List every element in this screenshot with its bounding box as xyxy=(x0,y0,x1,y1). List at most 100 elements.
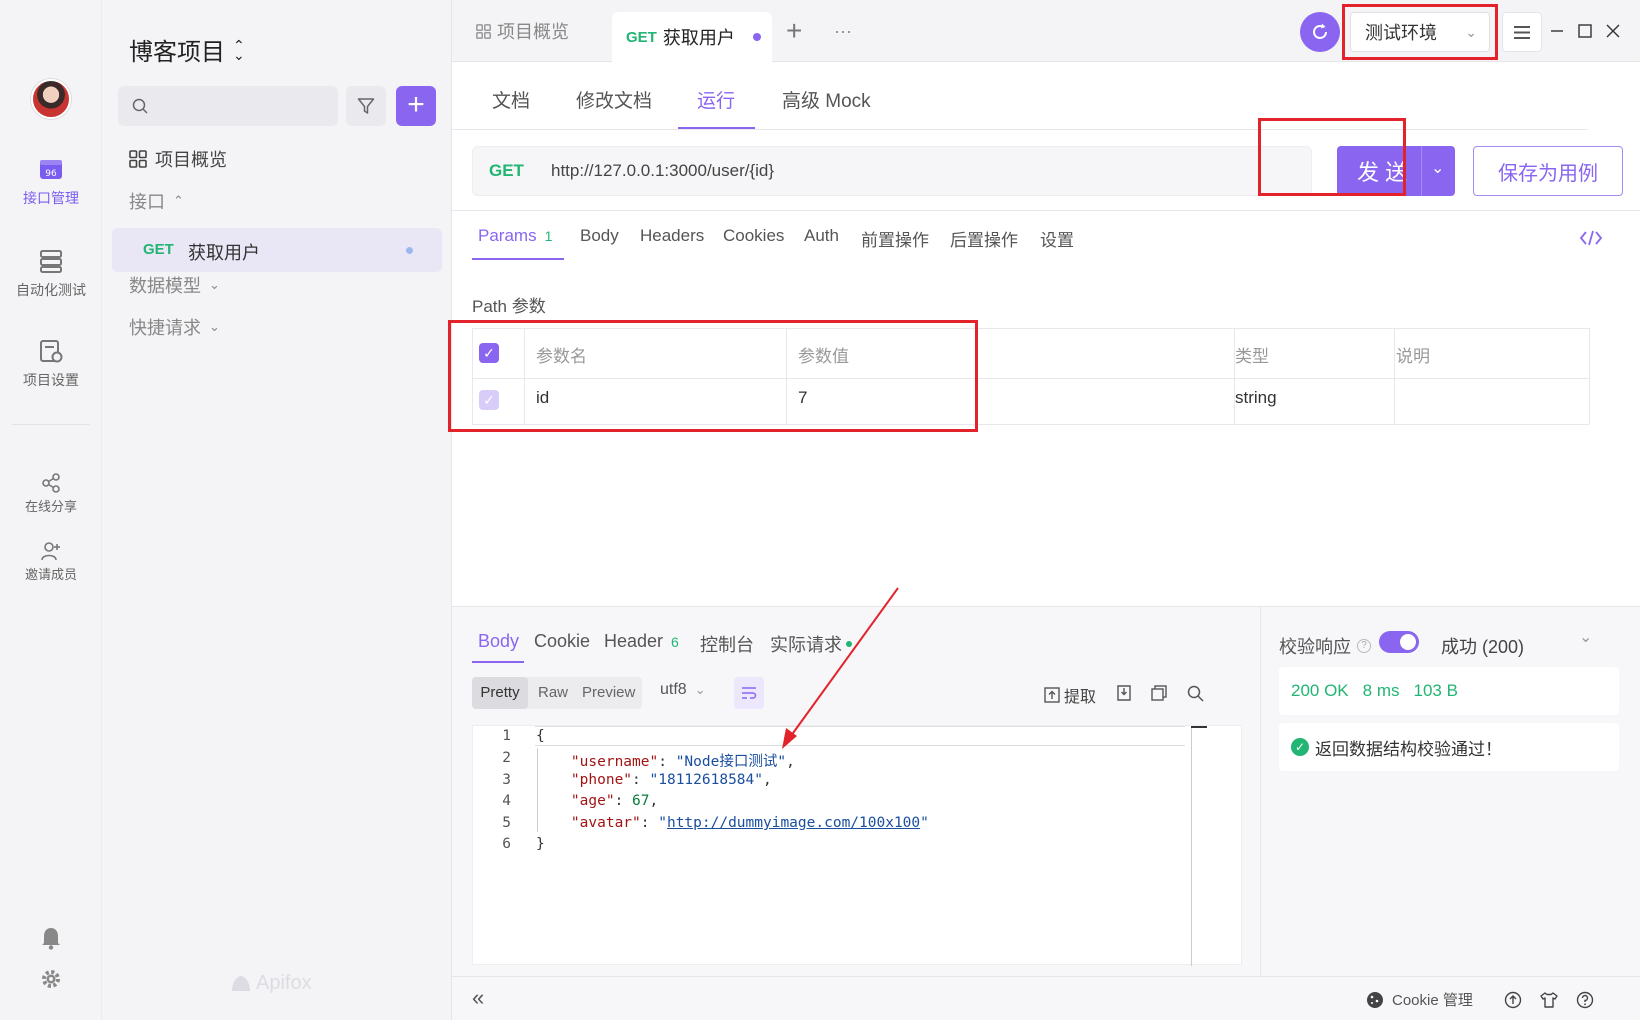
avatar-url-link[interactable]: http://dummyimage.com/100x100 xyxy=(667,815,920,831)
search-icon[interactable] xyxy=(1187,685,1204,702)
sidebar-group-data-model[interactable]: 数据模型 ⌄ xyxy=(129,272,220,298)
tab-body[interactable]: Body xyxy=(580,226,619,246)
user-avatar[interactable] xyxy=(31,79,71,119)
param-type-cell[interactable]: string xyxy=(1235,388,1277,408)
line-number: 2 xyxy=(502,750,511,766)
shirt-icon[interactable] xyxy=(1540,991,1558,1009)
chevron-down-icon: ⌄ xyxy=(209,277,220,292)
sidebar-group-quick-request[interactable]: 快捷请求 ⌄ xyxy=(129,314,220,340)
plus-icon: + xyxy=(786,15,803,46)
search-input[interactable] xyxy=(118,86,338,126)
search-icon xyxy=(132,98,148,114)
encoding-select[interactable]: utf8 ⌄ xyxy=(660,681,706,699)
subtab-advanced-mock[interactable]: 高级 Mock xyxy=(782,86,871,113)
code-line: "phone": "18112618584", xyxy=(570,772,772,788)
tab-get-user[interactable]: GET 获取用户 xyxy=(612,12,772,62)
hamburger-icon xyxy=(1514,26,1530,39)
help-icon[interactable] xyxy=(1576,991,1594,1009)
scrollbar-track[interactable] xyxy=(1191,726,1192,966)
scrollbar-thumb[interactable] xyxy=(1191,726,1207,728)
toggle-knob xyxy=(1400,634,1416,650)
validate-toggle[interactable] xyxy=(1379,631,1419,653)
chevron-down-icon[interactable]: ⌄ xyxy=(1431,158,1444,178)
invite-member-icon xyxy=(41,542,60,561)
more-tabs-button[interactable]: ··· xyxy=(834,0,852,62)
divider xyxy=(452,210,1640,211)
tab-pre-actions[interactable]: 前置操作 xyxy=(861,226,929,251)
help-icon[interactable]: ? xyxy=(1357,639,1371,653)
method-select[interactable]: GET xyxy=(489,161,524,181)
api-manage-icon: 96 xyxy=(40,160,62,179)
collapse-sidebar-icon[interactable]: « xyxy=(472,985,484,1011)
sidebar-item-get-user[interactable]: GET 获取用户 xyxy=(112,228,442,272)
tab-cookies[interactable]: Cookies xyxy=(723,226,784,246)
code-icon[interactable] xyxy=(1580,230,1602,246)
format-raw[interactable]: Raw xyxy=(538,677,568,709)
resp-tab-cookie[interactable]: Cookie xyxy=(534,631,590,652)
format-pretty[interactable]: Pretty xyxy=(472,677,528,709)
resp-tab-body[interactable]: Body xyxy=(478,631,519,652)
code-line: "age": 67, xyxy=(570,793,659,809)
tab-bar: 项目概览 GET 获取用户 + ··· 测试环境 ⌄ xyxy=(452,0,1640,62)
sidebar: 博客项目 ⌃ ⌄ + 项目概览 接口 ⌃ GET 获取用户 数据模型 ⌄ 快捷请求… xyxy=(102,0,452,1020)
bell-icon[interactable] xyxy=(40,926,62,950)
highlight-params xyxy=(448,320,978,432)
minimize-icon[interactable] xyxy=(1550,24,1564,38)
rail-item-project-settings[interactable]: 项目设置 xyxy=(0,338,102,390)
extract-button[interactable]: 提取 xyxy=(1044,683,1096,707)
annotation-arrow xyxy=(782,587,899,749)
tab-post-actions[interactable]: 后置操作 xyxy=(950,226,1018,251)
main-panel: 项目概览 GET 获取用户 + ··· 测试环境 ⌄ 文档 修改文档 运行 高级… xyxy=(448,0,1640,1020)
close-icon[interactable] xyxy=(1606,24,1620,38)
resp-tab-header[interactable]: Header 6 xyxy=(604,631,679,652)
download-icon[interactable] xyxy=(1116,685,1132,701)
nav-rail: 96 接口管理 自动化测试 项目设置 在线分享 邀请成员 xyxy=(0,0,102,1020)
chevron-down-icon[interactable]: ⌄ xyxy=(1579,627,1592,647)
maximize-icon[interactable] xyxy=(1578,24,1592,38)
table-border xyxy=(1394,328,1395,424)
menu-button[interactable] xyxy=(1502,12,1542,52)
tab-overview[interactable]: 项目概览 xyxy=(476,0,569,62)
rail-divider xyxy=(12,424,90,425)
rail-item-api-manage[interactable]: 96 接口管理 xyxy=(0,156,102,208)
response-size: 103 B xyxy=(1413,681,1458,700)
sidebar-item-overview[interactable]: 项目概览 xyxy=(129,146,227,172)
new-tab-button[interactable]: + xyxy=(786,0,802,62)
code-line: } xyxy=(536,836,545,852)
copy-icon[interactable] xyxy=(1151,685,1167,701)
sidebar-group-interface[interactable]: 接口 ⌃ xyxy=(129,188,184,214)
rail-item-invite[interactable]: 邀请成员 xyxy=(0,540,102,583)
line-number: 1 xyxy=(502,728,511,744)
url-bar[interactable]: GET http://127.0.0.1:3000/user/{id} xyxy=(472,146,1312,196)
filter-button[interactable] xyxy=(346,86,386,126)
sync-button[interactable] xyxy=(1300,12,1340,52)
format-preview[interactable]: Preview xyxy=(582,677,635,709)
cookie-manage-button[interactable]: Cookie 管理 xyxy=(1366,989,1473,1010)
tab-params[interactable]: Params 1 xyxy=(478,226,552,246)
response-summary: 200 OK 8 ms 103 B xyxy=(1279,667,1619,715)
url-input[interactable]: http://127.0.0.1:3000/user/{id} xyxy=(551,161,774,181)
validation-panel: 校验响应 ? 成功 (200) ⌄ 200 OK 8 ms 103 B ✓ 返回… xyxy=(1260,606,1640,976)
save-as-case-button[interactable]: 保存为用例 xyxy=(1473,146,1623,196)
divider xyxy=(452,129,1588,130)
tab-auth[interactable]: Auth xyxy=(804,226,839,246)
add-button[interactable]: + xyxy=(396,86,436,126)
gear-icon[interactable] xyxy=(40,968,62,990)
subtab-doc[interactable]: 文档 xyxy=(492,86,530,113)
rail-item-share[interactable]: 在线分享 xyxy=(0,472,102,515)
project-title[interactable]: 博客项目 ⌃ ⌄ xyxy=(129,32,245,67)
tab-settings[interactable]: 设置 xyxy=(1040,226,1074,251)
subtab-run[interactable]: 运行 xyxy=(697,86,735,113)
response-time: 8 ms xyxy=(1362,681,1400,700)
project-settings-icon xyxy=(40,340,63,363)
resp-tab-console[interactable]: 控制台 xyxy=(700,631,754,657)
subtab-edit-doc[interactable]: 修改文档 xyxy=(576,86,652,113)
wrap-toggle[interactable] xyxy=(734,677,764,709)
chevron-up-icon: ⌃ xyxy=(173,193,184,208)
plus-icon: + xyxy=(407,88,425,121)
response-code-viewer[interactable]: 1 2 3 4 5 6 { "username": "Node接口测试", "p… xyxy=(472,725,1242,966)
tab-headers[interactable]: Headers xyxy=(640,226,704,246)
upload-icon[interactable] xyxy=(1504,991,1522,1009)
rail-item-auto-test[interactable]: 自动化测试 xyxy=(0,248,102,300)
brand-logo: Apifox xyxy=(230,972,312,995)
